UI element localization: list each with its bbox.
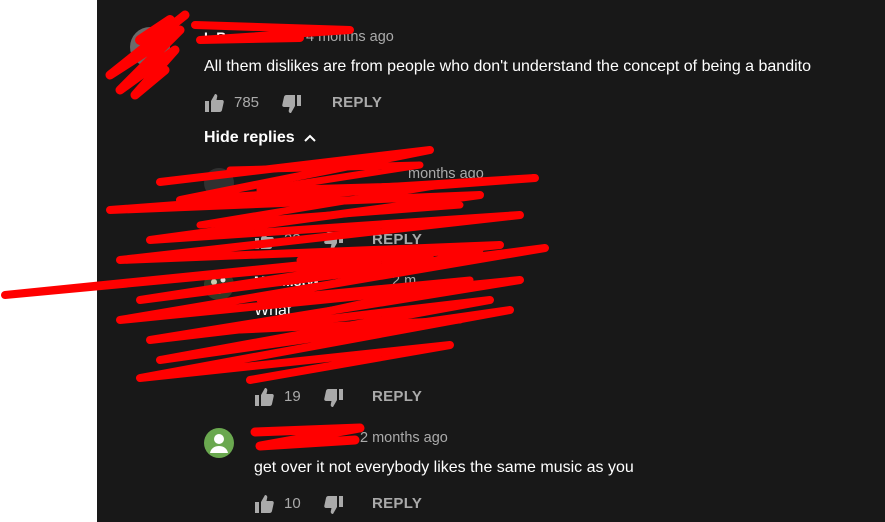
thumbs-up-icon[interactable] [254, 231, 274, 249]
thumbs-down-icon[interactable] [324, 496, 344, 514]
thumbs-up-icon[interactable] [254, 388, 274, 406]
comment-author[interactable]: L B [204, 29, 226, 45]
like-count: 10 [284, 495, 301, 512]
comment-text: All them dislikes are from people who do… [204, 58, 811, 75]
thumbs-up-icon[interactable] [204, 94, 224, 112]
like-count: 23 [284, 231, 301, 248]
thumbs-down-icon[interactable] [324, 232, 344, 250]
reply-avatar[interactable] [204, 270, 234, 300]
reply-button[interactable]: REPLY [372, 495, 422, 512]
reply-time[interactable]: 2 months ago [360, 430, 448, 446]
comment-time[interactable]: 4 months ago [306, 29, 394, 45]
like-count: 785 [234, 94, 260, 111]
reply-author[interactable]: Mr. Misty- [254, 273, 319, 289]
reply-text: What [254, 302, 292, 319]
reply-avatar[interactable] [204, 428, 234, 458]
reply-time[interactable]: months ago [408, 166, 484, 182]
like-count: 19 [284, 388, 301, 405]
user-icon [210, 434, 228, 453]
reply-text: get over it not everybody likes the same… [254, 459, 634, 476]
chevron-up-icon[interactable] [303, 132, 317, 144]
thumbs-down-icon[interactable] [324, 389, 344, 407]
reply-button[interactable]: REPLY [372, 231, 422, 248]
reply-avatar[interactable] [204, 168, 234, 198]
thumbs-down-icon[interactable] [282, 95, 302, 113]
thumbs-up-icon[interactable] [254, 495, 274, 513]
avatar-image [204, 270, 234, 300]
reply-time[interactable]: 2 m [392, 273, 416, 289]
reply-button[interactable]: REPLY [332, 94, 382, 111]
hide-replies-label: Hide replies [204, 129, 295, 146]
reply-button[interactable]: REPLY [372, 388, 422, 405]
hide-replies-button[interactable]: Hide replies [204, 129, 295, 147]
comment-avatar[interactable] [130, 27, 170, 67]
